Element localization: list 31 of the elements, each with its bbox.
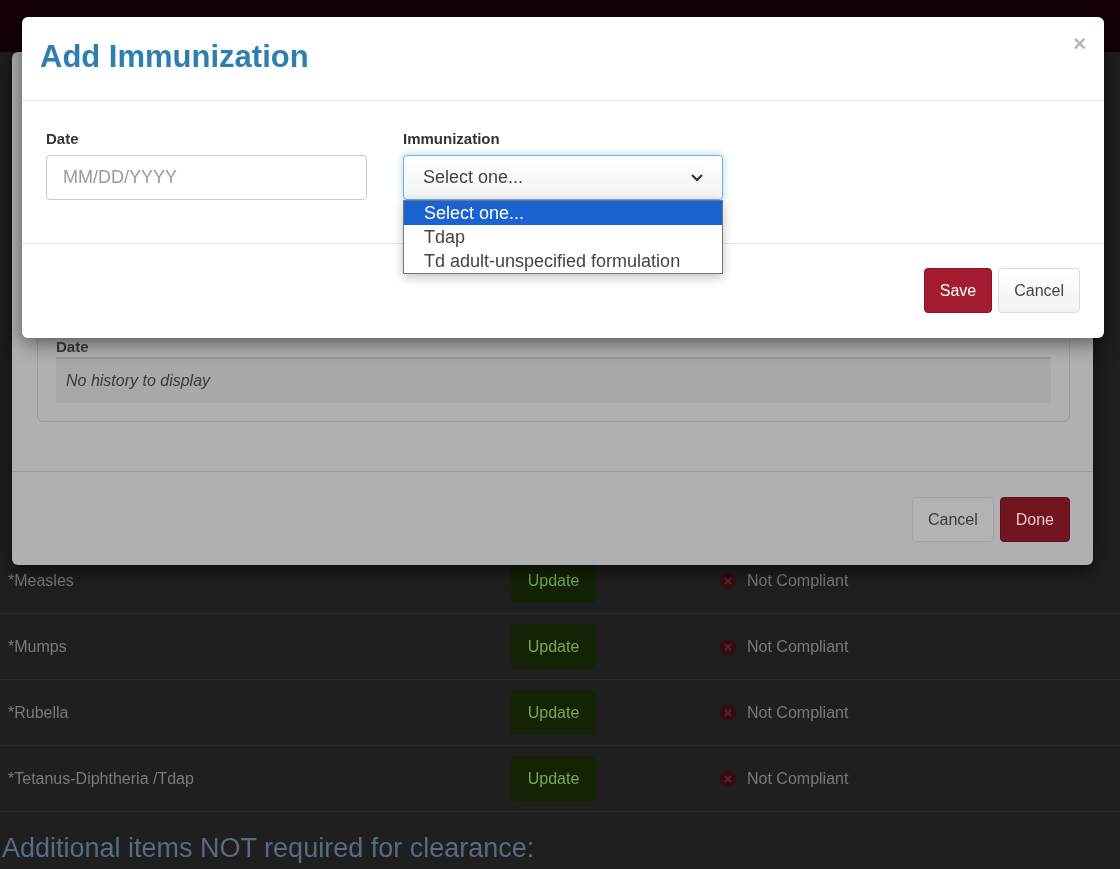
cancel-button[interactable]: Cancel xyxy=(998,268,1080,313)
error-icon xyxy=(720,770,736,787)
date-field[interactable]: MM/DD/YYYY xyxy=(46,155,367,200)
select-value: Select one... xyxy=(423,166,524,189)
status-text: Not Compliant xyxy=(747,636,849,657)
done-button[interactable]: Done xyxy=(999,497,1070,542)
row-label: *Measles xyxy=(7,570,75,591)
save-button[interactable]: Save xyxy=(923,268,993,313)
row-label: *Rubella xyxy=(7,702,70,723)
error-icon xyxy=(720,704,736,721)
row-label: *Mumps xyxy=(7,636,68,657)
cancel-button[interactable]: Cancel xyxy=(911,497,994,542)
dropdown-option[interactable]: Select one... xyxy=(404,201,722,225)
chevron-down-icon xyxy=(691,173,703,182)
section-heading: Additional items NOT required for clearance: xyxy=(1,832,536,864)
dialog-title: Add Immunization xyxy=(40,38,309,77)
dropdown-option[interactable]: Td adult-unspecified formulation xyxy=(404,249,722,273)
field-label: Date xyxy=(46,129,80,149)
status-text: Not Compliant xyxy=(747,570,849,591)
error-icon xyxy=(720,638,736,655)
immunization-select[interactable]: Select one... xyxy=(403,155,723,200)
status-text: Not Compliant xyxy=(747,768,849,789)
update-button[interactable]: Update xyxy=(511,690,596,735)
update-button[interactable]: Update xyxy=(511,756,596,801)
row-label: *Tetanus-Diphtheria /Tdap xyxy=(7,768,195,789)
dropdown-option[interactable]: Tdap xyxy=(404,225,722,249)
error-icon xyxy=(720,572,736,589)
field-label: Immunization xyxy=(403,129,501,149)
update-button[interactable]: Update xyxy=(511,624,596,669)
status-text: Not Compliant xyxy=(747,702,849,723)
empty-message: No history to display xyxy=(56,359,1051,403)
